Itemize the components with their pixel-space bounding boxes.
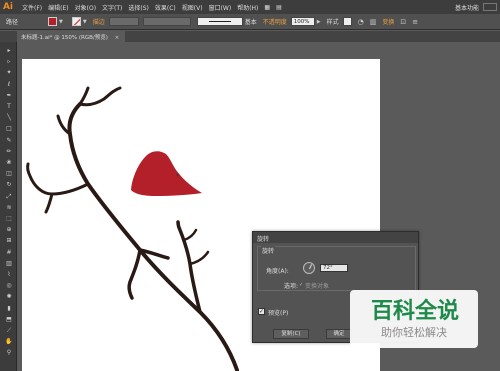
watermark: 百科全说 助你轻松解决 bbox=[350, 290, 478, 348]
options-label: 选项: bbox=[284, 283, 299, 290]
preview-checkbox[interactable]: ✓ bbox=[258, 308, 265, 315]
watermark-title: 百科全说 bbox=[371, 298, 459, 324]
branch-upper-twig bbox=[56, 86, 122, 136]
dialog-title[interactable]: 旋转 bbox=[253, 232, 418, 243]
rotate-group: 旋转 角度(A): 72° 选项: ✓ 变换对象 bbox=[257, 246, 416, 291]
ok-button[interactable]: 确定 bbox=[326, 329, 352, 339]
transform-objects-label: 变换对象 bbox=[305, 283, 330, 290]
transform-objects-checkbox[interactable]: ✓ bbox=[299, 282, 303, 288]
angle-label: 角度(A): bbox=[266, 268, 289, 275]
preview-label: 预览(P) bbox=[268, 310, 289, 317]
tree-branch[interactable] bbox=[26, 86, 239, 371]
red-leaf[interactable] bbox=[131, 151, 202, 196]
rotate-group-title: 旋转 bbox=[261, 246, 276, 255]
watermark-tagline: 助你轻松解决 bbox=[381, 326, 447, 339]
copy-button[interactable]: 复制(C) bbox=[273, 329, 309, 339]
angle-dial-icon[interactable] bbox=[303, 262, 315, 274]
angle-input[interactable]: 72° bbox=[320, 264, 348, 272]
branch-right bbox=[176, 220, 202, 314]
watermark-logo: 百科全说 bbox=[371, 298, 459, 324]
branch-main bbox=[67, 102, 239, 371]
